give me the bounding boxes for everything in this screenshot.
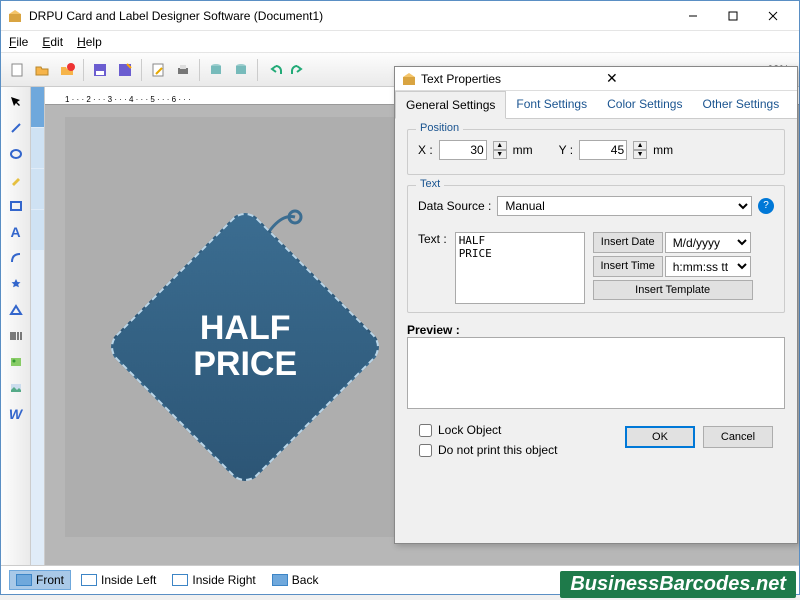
menubar: File Edit Help	[1, 31, 799, 53]
text-input[interactable]: HALF PRICE	[455, 232, 585, 304]
vertical-tab[interactable]	[31, 210, 44, 250]
print-icon[interactable]	[171, 58, 195, 82]
no-print-label: Do not print this object	[438, 443, 557, 457]
tab-color-settings[interactable]: Color Settings	[597, 91, 692, 118]
ok-button[interactable]: OK	[625, 426, 695, 448]
new-icon[interactable]	[5, 58, 29, 82]
no-print-checkbox[interactable]	[419, 444, 432, 457]
database-icon[interactable]	[204, 58, 228, 82]
tab-font-settings[interactable]: Font Settings	[506, 91, 597, 118]
menu-help[interactable]: Help	[77, 35, 102, 49]
close-file-icon[interactable]	[55, 58, 79, 82]
dialog-title: Text Properties	[421, 72, 602, 86]
menu-file[interactable]: File	[9, 35, 28, 49]
text-group: Text Data Source : Manual ? Text : HALF …	[407, 185, 785, 313]
rect-icon[interactable]	[5, 195, 27, 217]
position-group: Position X : ▲▼ mm Y : ▲▼ mm	[407, 129, 785, 175]
redo-icon[interactable]	[287, 58, 311, 82]
tab-front[interactable]: Front	[9, 570, 71, 590]
label-object[interactable]: HALFPRICE	[125, 207, 385, 467]
image-icon[interactable]	[5, 377, 27, 399]
menu-edit[interactable]: Edit	[42, 35, 63, 49]
lock-object-label: Lock Object	[438, 423, 501, 437]
tab-inside-left[interactable]: Inside Left	[75, 571, 162, 589]
ellipse-icon[interactable]	[5, 143, 27, 165]
text-properties-dialog: Text Properties ✕ General Settings Font …	[394, 66, 798, 544]
datasource-select[interactable]: Manual	[497, 196, 752, 216]
picture-icon[interactable]	[5, 351, 27, 373]
label-text: HALFPRICE	[193, 311, 297, 382]
help-icon[interactable]: ?	[758, 198, 774, 214]
titlebar: DRPU Card and Label Designer Software (D…	[1, 1, 799, 31]
insert-time-button[interactable]: Insert Time	[593, 256, 663, 277]
x-spinner[interactable]: ▲▼	[493, 141, 507, 159]
text-icon[interactable]: A	[5, 221, 27, 243]
star-icon[interactable]	[5, 273, 27, 295]
y-input[interactable]	[579, 140, 627, 160]
tab-back[interactable]: Back	[266, 571, 325, 589]
edit-icon[interactable]	[146, 58, 170, 82]
date-format-select[interactable]: M/d/yyyy	[665, 232, 751, 253]
x-unit: mm	[513, 143, 533, 157]
arc-icon[interactable]	[5, 247, 27, 269]
close-button[interactable]	[753, 2, 793, 30]
open-icon[interactable]	[30, 58, 54, 82]
vertical-tab[interactable]	[31, 169, 44, 209]
triangle-icon[interactable]	[5, 299, 27, 321]
vertical-page-tabs	[31, 87, 45, 565]
insert-template-button[interactable]: Insert Template	[593, 280, 753, 300]
tab-general-settings[interactable]: General Settings	[395, 91, 506, 119]
vertical-tab[interactable]	[31, 87, 44, 127]
insert-date-button[interactable]: Insert Date	[593, 232, 663, 253]
design-page[interactable]: HALFPRICE	[65, 117, 405, 537]
time-format-select[interactable]: h:mm:ss tt	[665, 256, 751, 277]
cancel-button[interactable]: Cancel	[703, 426, 773, 448]
watermark: BusinessBarcodes.net	[560, 571, 796, 598]
wordart-icon[interactable]: W	[5, 403, 27, 425]
line-icon[interactable]	[5, 117, 27, 139]
tab-other-settings[interactable]: Other Settings	[692, 91, 789, 118]
x-input[interactable]	[439, 140, 487, 160]
lock-object-checkbox[interactable]	[419, 424, 432, 437]
pointer-icon[interactable]	[5, 91, 27, 113]
y-spinner[interactable]: ▲▼	[633, 141, 647, 159]
maximize-button[interactable]	[713, 2, 753, 30]
pencil-icon[interactable]	[5, 169, 27, 191]
y-label: Y :	[559, 143, 573, 157]
tab-inside-right[interactable]: Inside Right	[166, 571, 261, 589]
save-as-icon[interactable]	[113, 58, 137, 82]
minimize-button[interactable]	[673, 2, 713, 30]
preview-label: Preview :	[407, 323, 460, 337]
dialog-icon	[401, 71, 417, 87]
undo-icon[interactable]	[262, 58, 286, 82]
dialog-close-icon[interactable]: ✕	[602, 70, 791, 87]
database2-icon[interactable]	[229, 58, 253, 82]
save-icon[interactable]	[88, 58, 112, 82]
app-icon	[7, 8, 23, 24]
x-label: X :	[418, 143, 433, 157]
dialog-tabs: General Settings Font Settings Color Set…	[395, 91, 797, 119]
text-label: Text :	[418, 232, 447, 246]
datasource-label: Data Source :	[418, 199, 491, 213]
vertical-tab[interactable]	[31, 128, 44, 168]
preview-box	[407, 337, 785, 409]
y-unit: mm	[653, 143, 673, 157]
preview-section: Preview :	[407, 323, 785, 409]
tools-toolbar: A W	[1, 87, 31, 565]
dialog-titlebar: Text Properties ✕	[395, 67, 797, 91]
window-title: DRPU Card and Label Designer Software (D…	[29, 9, 673, 23]
barcode-icon[interactable]	[5, 325, 27, 347]
